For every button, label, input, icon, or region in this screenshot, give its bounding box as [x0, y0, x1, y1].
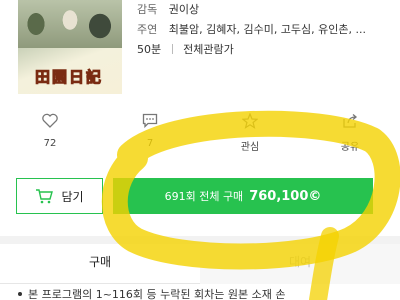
share-label: 공유	[340, 142, 360, 153]
bullet	[18, 292, 22, 296]
runtime-rating-row: 50분 전체관람가	[137, 40, 400, 60]
runtime-value: 50분	[137, 43, 162, 56]
tab-rent[interactable]: 대여	[200, 244, 400, 284]
comment-icon	[120, 113, 180, 133]
rating-value: 전체관람가	[183, 43, 234, 56]
director-row: 감독 권이상	[137, 0, 400, 20]
interest-button[interactable]: 관심	[220, 112, 280, 153]
purchase-row: 담기 691회 전체 구매 760,100©	[0, 178, 400, 216]
star-icon	[220, 112, 280, 133]
purchase-tabs: 구매 대여	[0, 244, 400, 284]
notice-text: 본 프로그램의 1~116회 등 누락된 회차는 원본 소재 손	[18, 286, 400, 300]
poster-thumbnail: 田園日記	[18, 0, 122, 94]
director-label: 감독	[137, 3, 158, 16]
cart-icon	[36, 189, 54, 204]
section-divider	[0, 236, 400, 244]
notice-line: 본 프로그램의 1~116회 등 누락된 회차는 원본 소재 손	[28, 288, 286, 300]
comment-button[interactable]: 7	[120, 113, 180, 149]
poster-logo-title: 田園日記	[34, 68, 103, 87]
divider-bar	[171, 44, 173, 54]
like-count: 72	[43, 138, 57, 149]
action-bar: 72 7 관심 공유	[0, 112, 400, 158]
cast-label: 주연	[137, 23, 158, 36]
comment-count: 7	[146, 138, 154, 149]
buy-all-label: 691회 전체 구매	[164, 190, 244, 203]
share-button[interactable]: 공유	[320, 113, 380, 153]
like-button[interactable]: 72	[20, 113, 80, 149]
cast-value: 최불암, 김혜자, 김수미, 고두심, 유인촌, ...	[168, 23, 367, 36]
interest-label: 관심	[240, 142, 260, 153]
buy-all-price: 760,100©	[249, 188, 322, 204]
add-to-cart-button[interactable]: 담기	[16, 178, 103, 214]
poster-photo	[18, 0, 122, 48]
tab-buy[interactable]: 구매	[0, 244, 200, 284]
cast-row: 주연 최불암, 김혜자, 김수미, 고두심, 유인촌, ...	[137, 20, 400, 40]
director-value: 권이상	[168, 3, 200, 16]
heart-icon	[20, 113, 80, 133]
cart-label: 담기	[61, 189, 84, 204]
buy-all-button[interactable]: 691회 전체 구매 760,100©	[113, 178, 373, 214]
program-meta: 감독 권이상 주연 최불암, 김혜자, 김수미, 고두심, 유인촌, ... 5…	[137, 0, 400, 60]
share-icon	[320, 113, 380, 133]
